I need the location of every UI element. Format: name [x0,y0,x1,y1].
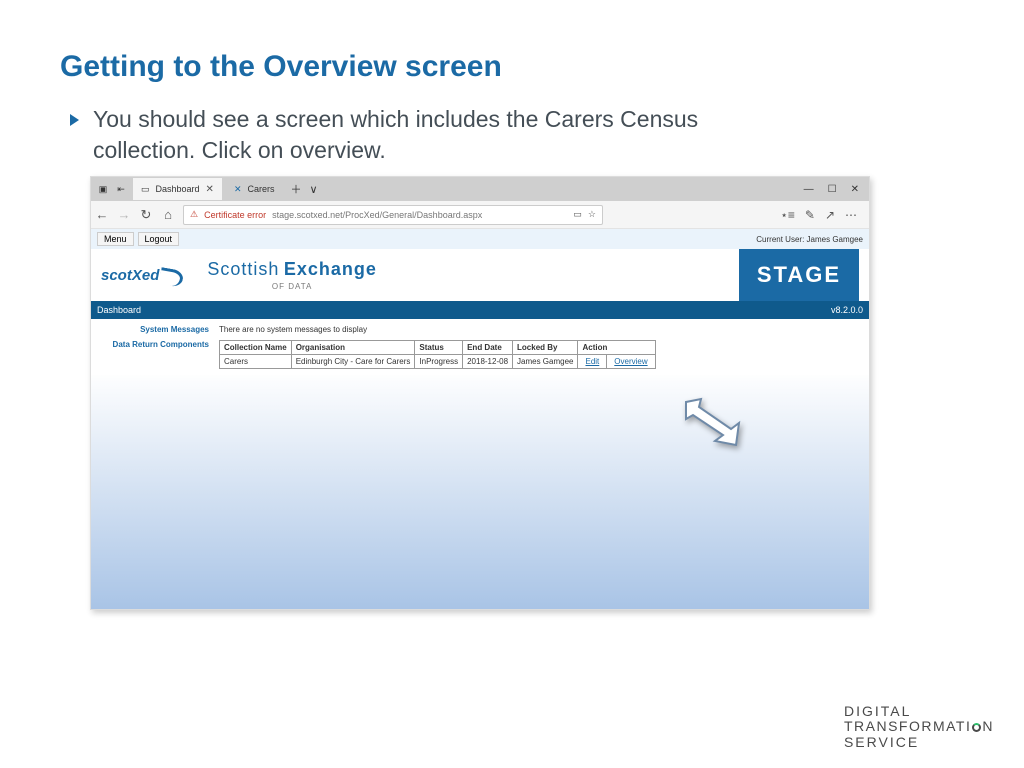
bullet-text: You should see a screen which includes t… [93,104,733,166]
table-row: Carers Edinburgh City - Care for Carers … [220,355,656,369]
callout-arrow-icon [681,397,741,447]
cell-status: InProgress [415,355,463,369]
cert-warning-icon: ⚠︎ [190,209,198,220]
menu-button[interactable]: Menu [97,232,134,246]
saltire-icon: ✕ [234,184,242,195]
bullet-arrow-icon [70,114,79,126]
col-end-date: End Date [463,341,513,355]
favorite-icon[interactable]: ☆ [588,209,596,220]
logo-o-icon [972,723,981,732]
tab-aside-icon[interactable]: ▣ [97,183,109,195]
system-messages-text: There are no system messages to display [219,325,367,334]
logout-button[interactable]: Logout [138,232,180,246]
slide-title: Getting to the Overview screen [60,50,964,84]
share-icon[interactable]: ↗ [825,208,835,222]
site-banner: scotXed Scottish Exchange OF DATA STAGE [91,249,869,301]
tab-collapse-icon[interactable]: ⇤ [115,183,127,195]
back-icon[interactable]: ← [95,208,109,222]
col-locked-by: Locked By [513,341,578,355]
browser-address-bar: ← → ↻ ⌂ ⚠︎ Certificate error stage.scotx… [91,201,869,229]
notes-icon[interactable]: ✎ [805,208,815,222]
edit-link[interactable]: Edit [582,357,602,366]
app-menu-bar: Menu Logout Current User: James Gamgee [91,229,869,249]
system-messages-label[interactable]: System Messages [101,325,209,334]
bullet-item: You should see a screen which includes t… [60,104,964,166]
close-window-icon[interactable]: ✕ [851,184,859,195]
tab-menu-icon[interactable]: ∨ [310,183,318,196]
browser-tab-strip: ▣ ⇤ ▭ Dashboard ✕ ✕ Carers ＋ ∨ — ☐ ✕ [91,177,869,201]
data-return-components-label[interactable]: Data Return Components [101,340,209,369]
col-status: Status [415,341,463,355]
home-icon[interactable]: ⌂ [161,208,175,222]
table-header-row: Collection Name Organisation Status End … [220,341,656,355]
new-tab-button[interactable]: ＋ [291,181,302,197]
tab-carers[interactable]: ✕ Carers [226,178,283,200]
data-return-table: Collection Name Organisation Status End … [219,340,656,369]
page-header-strip: Dashboard v8.2.0.0 [91,301,869,319]
address-field[interactable]: ⚠︎ Certificate error stage.scotxed.net/P… [183,205,603,225]
dashboard-content: System Messages There are no system mess… [91,319,869,375]
col-organisation: Organisation [291,341,415,355]
stage-badge: STAGE [739,249,859,301]
more-icon[interactable]: ⋯ [845,208,857,222]
cell-locked-by: James Gamgee [513,355,578,369]
version-label: v8.2.0.0 [831,305,863,315]
embedded-screenshot: ▣ ⇤ ▭ Dashboard ✕ ✕ Carers ＋ ∨ — ☐ ✕ ← →… [90,176,870,610]
cert-error-label: Certificate error [204,210,266,220]
current-user: Current User: James Gamgee [756,235,863,244]
footer-logo: DIGITAL TRANSFORMATIN SERVICE [844,704,994,750]
forward-icon[interactable]: → [117,208,131,222]
col-action: Action [578,341,655,355]
reading-view-icon[interactable]: ▭ [573,209,582,220]
scotxed-logo: scotXed [101,267,167,284]
col-collection: Collection Name [220,341,292,355]
breadcrumb: Dashboard [97,305,141,315]
favorites-icon[interactable]: ⋆≡ [780,208,795,222]
cell-collection: Carers [220,355,292,369]
tab-label: Dashboard [156,184,200,194]
page-icon: ▭ [141,184,150,195]
tab-label: Carers [247,184,274,194]
maximize-icon[interactable]: ☐ [828,184,837,195]
overview-link[interactable]: Overview [611,357,650,366]
tab-dashboard[interactable]: ▭ Dashboard ✕ [133,178,222,200]
minimize-icon[interactable]: — [804,184,814,195]
cell-end-date: 2018-12-08 [463,355,513,369]
banner-title: Scottish Exchange OF DATA [207,259,377,291]
cell-organisation: Edinburgh City - Care for Carers [291,355,415,369]
close-icon[interactable]: ✕ [206,184,214,195]
url-text: stage.scotxed.net/ProcXed/General/Dashbo… [272,210,482,220]
refresh-icon[interactable]: ↻ [139,208,153,222]
